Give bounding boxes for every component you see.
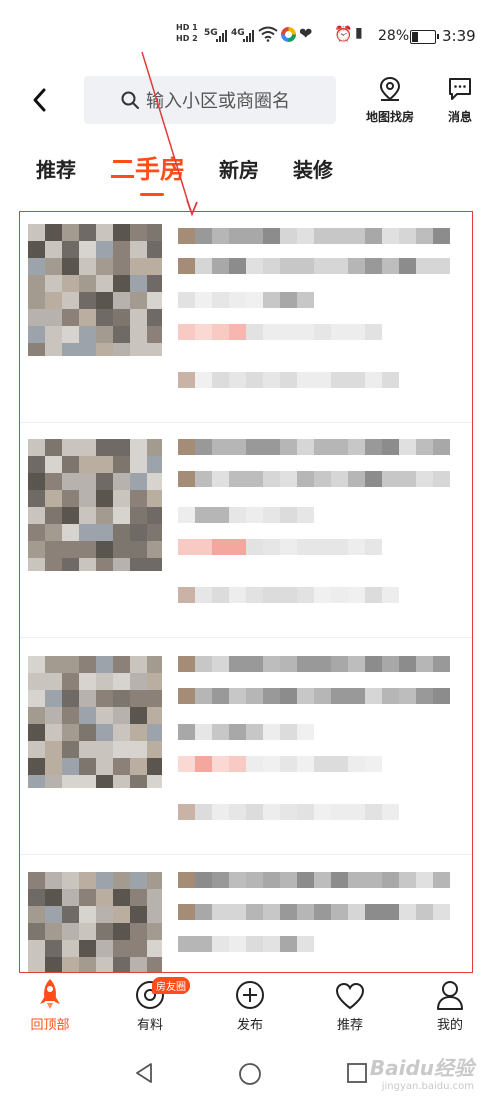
message-icon [449,78,471,100]
hd-indicator-2: HD 2 [176,34,198,43]
message-button[interactable]: 消息 [440,76,480,125]
rocket-icon [40,979,60,1009]
watermark-sub: jingyan.baidu.com [381,1081,474,1092]
tab-decoration[interactable]: 装修 [293,154,333,183]
nav-badge: 房友圈 [152,977,190,994]
nav-recommend[interactable]: 推荐 [300,978,400,1040]
bottom-nav: 回顶部 房友圈 有料 发布 推荐 我的 [0,977,500,1040]
nav-label: 我的 [436,1018,463,1033]
nav-label: 发布 [236,1018,263,1033]
nav-profile[interactable]: 我的 [400,978,500,1040]
watermark-main: Baidu经验 [369,1056,474,1080]
nav-label: 回顶部 [30,1018,70,1033]
hd-network-indicator: HD 1 HD 2 [176,24,198,46]
system-home-icon[interactable] [238,1062,262,1086]
signal-bars-icon [243,30,254,42]
signal-bars-icon [216,30,227,42]
tab-recommend[interactable]: 推荐 [36,154,76,183]
chevron-left-icon [33,88,46,112]
heart-icon [335,982,365,1010]
back-button[interactable] [28,86,52,114]
clock: 3:39 [442,27,476,45]
nav-label: 有料 [136,1018,163,1033]
system-back-icon[interactable] [134,1062,154,1084]
user-icon [437,981,463,1010]
search-icon [121,91,139,109]
hd-indicator-1: HD 1 [176,23,198,32]
message-label: 消息 [447,110,472,124]
nav-youliao[interactable]: 房友圈 有料 [100,977,200,1040]
app-notification-icon [281,27,296,42]
map-pin-icon [379,76,401,101]
nav-publish[interactable]: 发布 [200,978,300,1040]
tab-new-house[interactable]: 新房 [219,154,259,183]
heart-status-icon: ❤ [299,24,313,43]
search-input[interactable]: 输入小区或商圈名 [84,76,336,124]
map-search-button[interactable]: 地图找房 [358,76,422,125]
map-search-label: 地图找房 [365,110,414,124]
wifi-icon [258,26,278,42]
tab-second-hand[interactable]: 二手房 [110,150,185,196]
watermark: Baidu经验 jingyan.baidu.com [370,1052,474,1092]
category-tabs: 推荐 二手房 新房 装修 [36,150,367,196]
nav-label: 推荐 [336,1018,363,1033]
status-bar: HD 1 HD 2 5G 4G ❤ ⏰ ▮ 28% 3:39 [0,0,500,60]
alarm-icon: ⏰ [334,25,353,43]
annotation-highlight-box [19,211,473,973]
battery-percent: 28% [378,28,410,44]
search-placeholder: 输入小区或商圈名 [146,91,290,112]
vibrate-icon: ▮ [355,25,363,41]
nav-back-to-top[interactable]: 回顶部 [0,978,100,1040]
system-recent-apps-icon[interactable] [346,1062,368,1084]
battery-icon [410,30,439,44]
plus-circle-icon [236,981,264,1009]
